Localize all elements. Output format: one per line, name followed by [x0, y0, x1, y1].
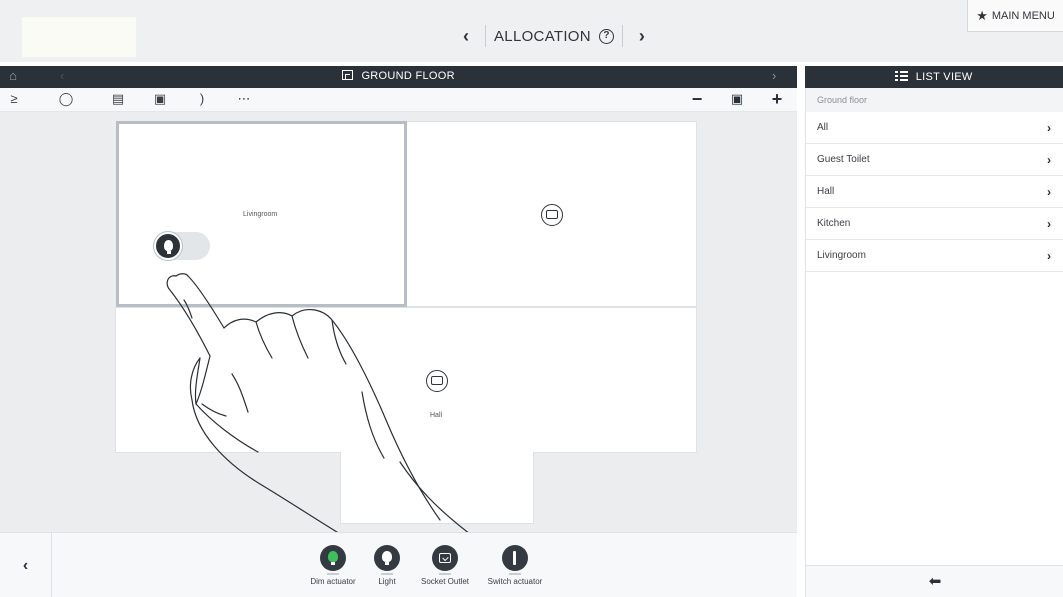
sensor-icon[interactable]: ≥: [4, 91, 24, 109]
device-tray: ‹ Dim actuator Light Socket Outlet Switc…: [0, 532, 797, 597]
main-menu-label: MAIN MENU: [991, 9, 1055, 22]
door-icon[interactable]: ▣: [150, 91, 170, 109]
device-dim-actuator[interactable]: Dim actuator: [300, 545, 366, 586]
device-light[interactable]: Light: [366, 545, 408, 586]
list-view-panel: Ground floor All › Guest Toilet › Hall ›…: [805, 88, 1063, 597]
lightbulb-icon[interactable]: ◯: [56, 91, 76, 109]
light-toggle[interactable]: [154, 232, 210, 260]
socket-icon: [439, 553, 451, 563]
more-icon[interactable]: ⋯: [234, 91, 254, 109]
list-icon: [895, 71, 909, 81]
floorplan-icon: [342, 70, 354, 80]
device-label: Dim actuator: [310, 577, 356, 586]
floor-bar: ⌂ ‹ GROUND FLOOR ›: [0, 66, 797, 88]
chevron-right-icon: ›: [1047, 121, 1051, 135]
chevron-right-icon: ›: [1047, 185, 1051, 199]
wireless-icon[interactable]: ): [192, 91, 212, 109]
page-title: ALLOCATION: [494, 27, 591, 45]
chevron-right-icon[interactable]: ›: [772, 68, 776, 83]
list-item-label: Guest Toilet: [817, 154, 870, 165]
allocation-nav: ‹ ALLOCATION ? ›: [455, 22, 653, 50]
list-item-label: Kitchen: [817, 218, 851, 229]
bulb-icon: [154, 232, 182, 260]
chevron-right-icon: ›: [1047, 217, 1051, 231]
list-item-guest-toilet[interactable]: Guest Toilet ›: [806, 144, 1063, 176]
device-label: Light: [378, 577, 396, 586]
list-item-all[interactable]: All ›: [806, 112, 1063, 144]
list-view-title: LIST VIEW: [915, 71, 973, 83]
socket-icon[interactable]: [541, 204, 563, 226]
list-item-label: Livingroom: [817, 250, 866, 261]
chevron-left-icon[interactable]: ‹: [455, 26, 477, 47]
divider: [485, 25, 486, 47]
top-header: ‹ ALLOCATION ? › ★ MAIN MENU: [0, 0, 1063, 62]
list-item-hall[interactable]: Hall ›: [806, 176, 1063, 208]
list-subtitle: Ground floor: [806, 88, 1063, 112]
floorplan-canvas[interactable]: Hall Livingroom: [0, 112, 797, 532]
floor-title: GROUND FLOOR: [0, 70, 797, 82]
logo-area: [22, 17, 136, 57]
help-circle-icon[interactable]: ?: [598, 28, 614, 44]
divider: [621, 25, 623, 47]
list-item-label: Hall: [817, 186, 835, 197]
hand-gesture-illustration: [166, 273, 469, 532]
chevron-left-icon[interactable]: ‹: [0, 533, 52, 597]
bulb-icon: [382, 551, 392, 565]
list-view-header[interactable]: LIST VIEW: [805, 66, 1063, 88]
room-label: Livingroom: [243, 211, 278, 218]
zoom-out-button[interactable]: −: [687, 89, 707, 109]
list-item-label: All: [817, 122, 829, 133]
main-menu-button[interactable]: ★ MAIN MENU: [967, 0, 1063, 32]
device-socket-outlet[interactable]: Socket Outlet: [411, 545, 479, 586]
fit-screen-icon[interactable]: ▣: [727, 91, 747, 111]
zoom-in-button[interactable]: +: [767, 89, 787, 109]
tool-row: ≥ ◯ ▤ ▣ ) ⋯ − ▣ +: [0, 88, 797, 112]
switch-icon: [513, 551, 516, 565]
back-arrow-icon[interactable]: ⬅: [806, 565, 1063, 597]
chevron-right-icon[interactable]: ›: [631, 26, 653, 47]
star-icon: ★: [976, 7, 988, 23]
panel-gap: [797, 62, 805, 597]
blind-icon[interactable]: ▤: [108, 91, 128, 109]
chevron-right-icon: ›: [1047, 249, 1051, 263]
device-label: Switch actuator: [487, 577, 543, 586]
list-item-kitchen[interactable]: Kitchen ›: [806, 208, 1063, 240]
chevron-right-icon: ›: [1047, 153, 1051, 167]
floor-title-text: GROUND FLOOR: [361, 70, 455, 82]
device-switch-actuator[interactable]: Switch actuator: [479, 545, 551, 586]
dim-bulb-icon: [328, 551, 338, 565]
list-item-livingroom[interactable]: Livingroom ›: [806, 240, 1063, 272]
device-label: Socket Outlet: [420, 577, 470, 586]
